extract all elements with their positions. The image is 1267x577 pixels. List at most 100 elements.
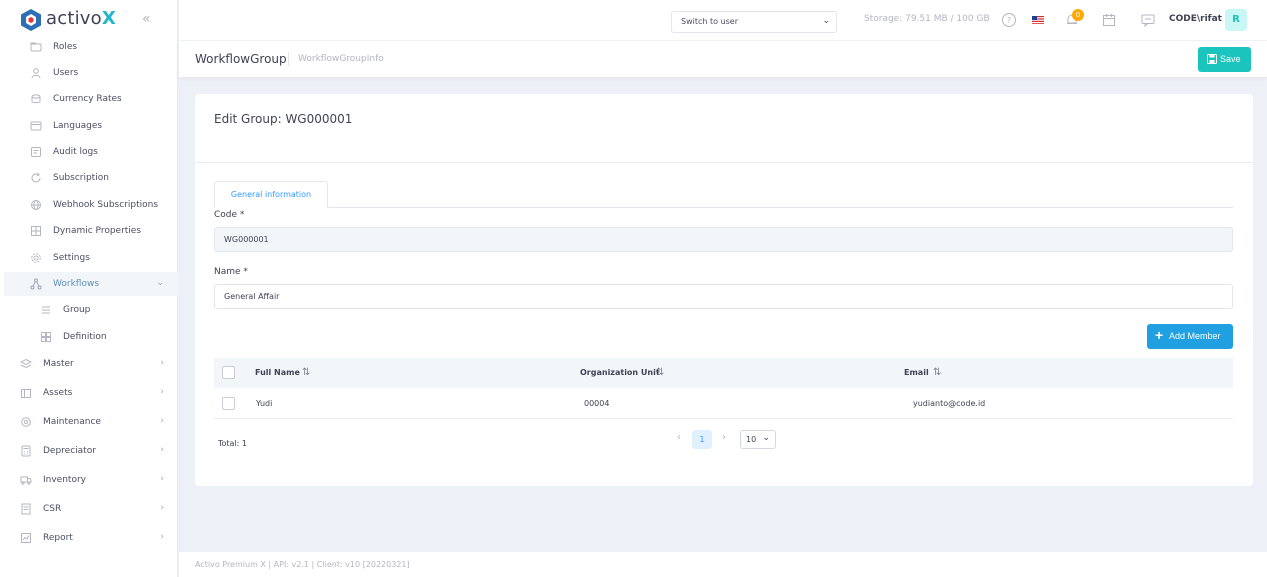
separator xyxy=(288,52,289,66)
sidebar-item-dynamic-properties[interactable]: Dynamic Properties xyxy=(4,219,178,243)
sidebar-item-webhook-subscriptions[interactable]: Webhook Subscriptions xyxy=(4,193,178,217)
coins-icon xyxy=(31,94,41,104)
sidebar-item-audit-logs[interactable]: Audit logs xyxy=(4,140,178,164)
sidebar-subitem-group[interactable]: Group xyxy=(4,298,178,322)
help-icon[interactable]: ? xyxy=(1001,12,1017,28)
sidebar-item-label: Report xyxy=(43,533,73,543)
chevron-down-icon: ⌄ xyxy=(156,278,164,288)
code-field[interactable] xyxy=(214,227,1233,252)
footer-version: Activo Premium X | API: v2.1 | Client: v… xyxy=(195,560,410,569)
sidebar-subitem-definition[interactable]: Definition xyxy=(4,325,178,349)
sidebar-item-settings[interactable]: Settings xyxy=(4,246,178,270)
window-icon xyxy=(30,121,42,131)
notification-badge: 0 xyxy=(1072,9,1084,21)
sidebar-item-inventory[interactable]: Inventory › xyxy=(4,468,178,492)
sidebar-item-languages[interactable]: Languages xyxy=(4,114,178,138)
chevron-right-icon: › xyxy=(160,532,164,542)
sidebar-item-users[interactable]: Users xyxy=(4,61,178,85)
page-size-select[interactable]: 10 ⌄ xyxy=(740,430,776,449)
select-all-checkbox[interactable] xyxy=(222,366,235,379)
sort-icon[interactable]: ⇅ xyxy=(302,367,310,378)
name-field[interactable] xyxy=(214,284,1233,309)
cell-email: yudianto@code.id xyxy=(913,399,986,408)
sidebar-item-subscription[interactable]: Subscription xyxy=(4,166,178,190)
sidebar-item-currency-rates[interactable]: Currency Rates xyxy=(4,87,178,111)
sidebar-item-label: Roles xyxy=(53,42,78,52)
top-header: Switch to user ⌄ Storage: 79.51 MB / 100… xyxy=(179,0,1267,40)
sidebar-item-label: Settings xyxy=(53,253,90,263)
list-icon xyxy=(42,306,50,314)
tenant-user-name[interactable]: CODE\rifat xyxy=(1169,14,1222,24)
sidebar-item-depreciator[interactable]: Depreciator › xyxy=(4,439,178,463)
sidebar-item-label: Audit logs xyxy=(53,147,98,157)
tab-general-information[interactable]: General information xyxy=(214,181,328,208)
sidebar-item-label: Workflows xyxy=(53,279,100,289)
save-icon xyxy=(1207,54,1217,64)
cell-organization-unit: 00004 xyxy=(584,399,610,408)
add-member-button[interactable]: + Add Member xyxy=(1147,324,1233,349)
layers-icon xyxy=(20,358,32,369)
sidebar-item-label: Languages xyxy=(53,121,103,131)
calendar-icon[interactable] xyxy=(1101,12,1117,28)
users-icon xyxy=(31,68,41,79)
sidebar: activoX « Roles Users Currency Rates Lan… xyxy=(0,0,178,577)
row-checkbox[interactable] xyxy=(222,397,235,410)
page-size-value: 10 xyxy=(746,435,757,444)
sidebar-item-label: Dynamic Properties xyxy=(53,226,142,236)
sidebar-item-csr[interactable]: CSR › xyxy=(4,497,178,521)
workflow-icon xyxy=(30,278,42,290)
refresh-icon xyxy=(31,172,41,183)
calculator-icon xyxy=(21,445,31,457)
chevron-down-icon: ⌄ xyxy=(762,433,770,443)
table-header: Full Name ⇅ Organization Unit ⇅ Email ⇅ xyxy=(214,358,1233,388)
divider xyxy=(195,162,1253,163)
cell-full-name: Yudi xyxy=(256,399,273,408)
sort-icon[interactable]: ⇅ xyxy=(933,367,941,378)
sidebar-item-workflows[interactable]: Workflows ⌄ xyxy=(4,272,178,296)
save-button-label: Save xyxy=(1220,54,1241,64)
sidebar-item-label: Currency Rates xyxy=(53,94,122,104)
name-label: Name * xyxy=(214,267,248,277)
add-member-label: Add Member xyxy=(1169,331,1221,341)
logo-icon xyxy=(21,9,41,31)
grid-icon xyxy=(41,332,51,342)
breadcrumb[interactable]: WorkflowGroupInfo xyxy=(298,54,384,64)
sidebar-item-label: CSR xyxy=(43,504,62,514)
logo-text: activoX xyxy=(46,8,116,29)
chevron-right-icon: › xyxy=(160,445,164,455)
sidebar-item-roles[interactable]: Roles xyxy=(4,35,178,59)
next-page-icon[interactable]: › xyxy=(722,432,726,443)
sidebar-item-master[interactable]: Master › xyxy=(4,352,178,376)
sidebar-item-maintenance[interactable]: Maintenance › xyxy=(4,410,178,434)
table-row[interactable]: Yudi 00004 yudianto@code.id xyxy=(214,388,1233,419)
column-header-full-name[interactable]: Full Name xyxy=(255,368,300,377)
properties-icon xyxy=(31,226,41,236)
page-title: WorkflowGroup xyxy=(195,52,287,66)
save-button[interactable]: Save xyxy=(1198,47,1251,72)
collapse-sidebar-icon[interactable]: « xyxy=(142,11,151,27)
sidebar-item-assets[interactable]: Assets › xyxy=(4,381,178,405)
column-header-organization-unit[interactable]: Organization Unit xyxy=(580,368,660,377)
svg-text:?: ? xyxy=(1007,16,1011,25)
total-count: Total: 1 xyxy=(218,439,248,448)
logo[interactable]: activoX xyxy=(0,0,178,40)
avatar[interactable]: R xyxy=(1225,9,1247,31)
log-icon xyxy=(31,147,41,157)
chevron-right-icon: › xyxy=(160,416,164,426)
sidebar-item-label: Maintenance xyxy=(43,417,101,427)
chat-icon[interactable] xyxy=(1140,12,1156,28)
column-header-email[interactable]: Email xyxy=(904,368,929,377)
cog-icon xyxy=(21,417,31,427)
prev-page-icon[interactable]: ‹ xyxy=(677,432,681,443)
sidebar-item-label: Depreciator xyxy=(43,446,96,456)
chevron-right-icon: › xyxy=(160,358,164,368)
switch-user-select[interactable]: Switch to user ⌄ xyxy=(671,11,837,33)
page-number[interactable]: 1 xyxy=(692,430,712,449)
us-flag-icon[interactable] xyxy=(1032,14,1044,26)
report-icon xyxy=(21,533,31,543)
sidebar-item-report[interactable]: Report › xyxy=(4,526,178,550)
card-title: Edit Group: WG000001 xyxy=(214,112,353,126)
sidebar-item-label: Subscription xyxy=(53,173,109,183)
box-icon xyxy=(21,389,31,398)
sort-icon[interactable]: ⇅ xyxy=(656,367,664,378)
